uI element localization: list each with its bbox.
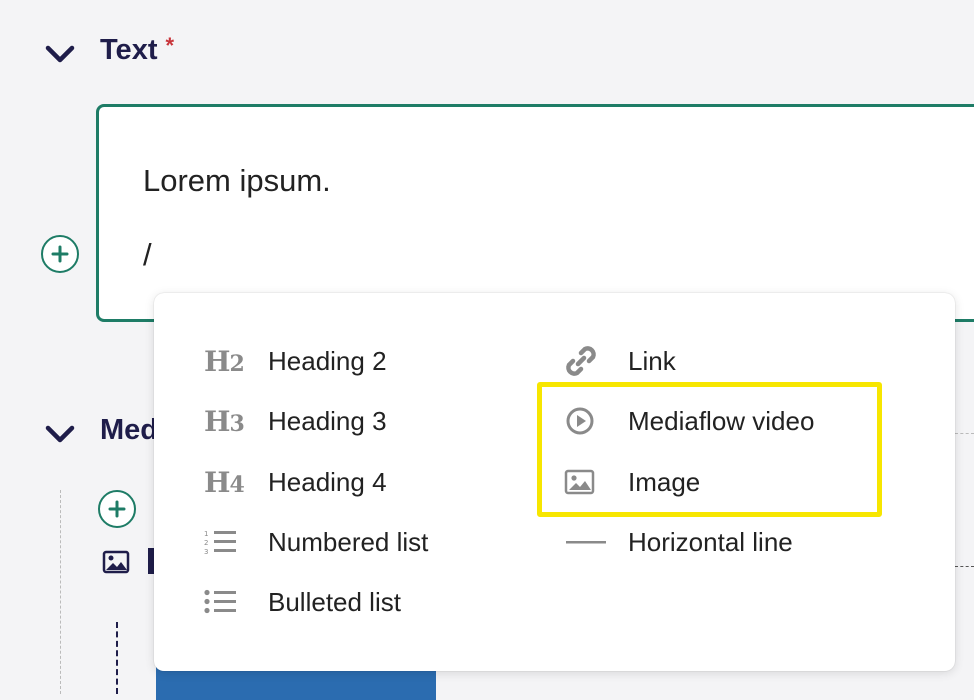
right-guide-dash-2 <box>955 566 974 567</box>
link-icon <box>564 343 612 379</box>
menu-item-label: Bulleted list <box>268 586 401 617</box>
text-section-title: Text * <box>100 33 175 67</box>
editor-line-2-slash[interactable]: / <box>143 237 152 273</box>
rich-text-editor[interactable]: Lorem ipsum. / <box>96 104 974 322</box>
media-section-title: Med <box>100 414 158 446</box>
plus-icon <box>108 500 126 518</box>
menu-item-label: Numbered list <box>268 526 429 557</box>
collapse-media-section-chevron-icon[interactable] <box>44 418 76 450</box>
svg-text:1: 1 <box>204 530 208 538</box>
nested-guide-line <box>116 622 118 694</box>
bulleted-list-icon <box>204 584 252 620</box>
numbered-list-icon: 1 2 3 <box>204 524 252 560</box>
right-guide-dash <box>955 433 974 434</box>
collapse-text-section-chevron-icon[interactable] <box>44 38 76 70</box>
menu-item-heading-4[interactable]: H4 Heading 4 <box>204 460 387 504</box>
menu-item-label: Heading 3 <box>268 405 387 436</box>
heading-4-icon: H4 <box>204 465 245 499</box>
horizontal-line-icon <box>564 524 612 560</box>
menu-item-heading-2[interactable]: H2 Heading 2 <box>204 339 387 383</box>
required-asterisk: * <box>165 33 175 58</box>
menu-item-bulleted-list[interactable]: Bulleted list <box>204 580 401 624</box>
heading-3-icon: H3 <box>204 404 245 438</box>
text-section-title-label: Text <box>100 34 158 66</box>
heading-2-icon: H2 <box>204 344 245 378</box>
menu-item-link[interactable]: Link <box>564 339 676 383</box>
menu-item-label: Link <box>628 345 676 376</box>
media-image-icon <box>102 550 130 579</box>
highlight-annotation-box <box>537 382 882 517</box>
menu-item-label: Heading 4 <box>268 466 387 497</box>
menu-item-horizontal-line[interactable]: Horizontal line <box>564 520 793 564</box>
svg-text:2: 2 <box>204 539 208 547</box>
add-block-button[interactable] <box>41 235 79 273</box>
svg-text:3: 3 <box>204 548 208 556</box>
plus-icon <box>51 245 69 263</box>
menu-item-label: Horizontal line <box>628 526 793 557</box>
menu-item-label: Heading 2 <box>268 345 387 376</box>
menu-item-numbered-list[interactable]: 1 2 3 Numbered list <box>204 520 428 564</box>
section-guide-line <box>60 490 61 694</box>
editor-line-1[interactable]: Lorem ipsum. <box>143 163 331 199</box>
menu-item-heading-3[interactable]: H3 Heading 3 <box>204 399 387 443</box>
add-media-block-button[interactable] <box>98 490 136 528</box>
